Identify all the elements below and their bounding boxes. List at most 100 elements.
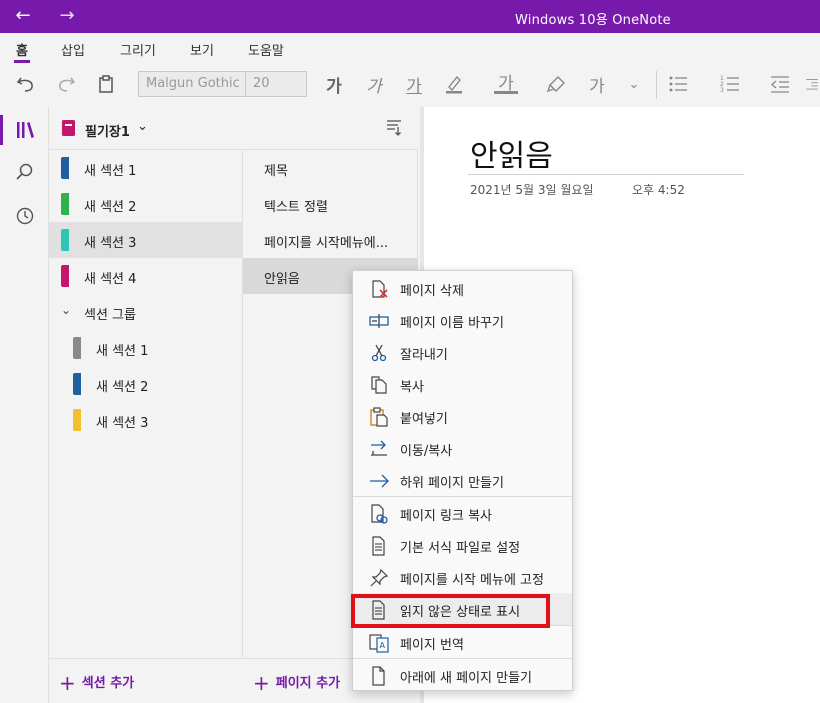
section-item[interactable]: 새 섹션 1 — [49, 150, 243, 186]
notebook-header[interactable]: 필기장1 ⌄ — [49, 107, 418, 150]
numbered-list-icon[interactable]: 123 — [718, 72, 742, 96]
menu-item-copy[interactable]: 복사 — [353, 368, 572, 400]
section-item[interactable]: 새 섹션 3 — [49, 402, 243, 438]
menu-item-translate-page[interactable]: A 페이지 번역 — [353, 626, 572, 658]
section-label: 새 섹션 1 — [84, 164, 137, 179]
menu-item-label: 잘라내기 — [400, 348, 448, 363]
title-bar: ← → Windows 10용 OneNote — [0, 0, 820, 33]
add-section-label: 섹션 추가 — [81, 676, 135, 691]
section-group[interactable]: ⌄ 섹션 그룹 — [49, 294, 243, 330]
back-arrow-icon[interactable]: ← — [8, 5, 38, 27]
section-label: 새 섹션 2 — [84, 200, 137, 215]
tab-draw[interactable]: 그리기 — [120, 40, 156, 59]
menu-item-label: 페이지 삭제 — [400, 284, 464, 299]
menu-item-label: 하위 페이지 만들기 — [400, 476, 504, 491]
forward-arrow-icon[interactable]: → — [52, 5, 82, 27]
bullet-list-icon[interactable] — [666, 72, 690, 96]
chevron-down-icon[interactable]: ⌄ — [622, 72, 646, 96]
menu-item-delete-page[interactable]: 페이지 삭제 — [353, 272, 572, 304]
italic-button[interactable]: 가 — [362, 72, 386, 97]
notebooks-icon[interactable] — [12, 117, 38, 143]
tab-insert[interactable]: 삽입 — [61, 40, 85, 59]
toolbar-divider — [656, 71, 657, 99]
page-item[interactable]: 페이지를 시작메뉴에... — [243, 222, 418, 258]
section-label: 새 섹션 3 — [96, 416, 149, 431]
search-icon[interactable] — [12, 159, 38, 185]
section-color-tab — [73, 409, 81, 431]
translate-icon: A — [369, 633, 389, 653]
page-date: 2021년 5월 3일 월요일 — [470, 183, 594, 197]
format-painter-icon[interactable] — [545, 72, 569, 96]
clipboard-icon[interactable] — [94, 72, 118, 96]
font-name-input[interactable]: Malgun Gothic — [138, 71, 246, 97]
section-item[interactable]: 새 섹션 4 — [49, 258, 243, 294]
section-color-tab — [73, 373, 81, 395]
menu-item-label: 복사 — [400, 380, 424, 395]
menu-item-move-copy[interactable]: 이동/복사 — [353, 432, 572, 464]
add-page-button[interactable]: + 페이지 추가 — [253, 671, 340, 695]
tab-home[interactable]: 홈 — [14, 40, 30, 63]
recent-clock-icon[interactable] — [12, 203, 38, 229]
bold-button[interactable]: 가 — [322, 72, 346, 97]
copy-icon — [369, 375, 389, 395]
menu-item-mark-unread[interactable]: 읽지 않은 상태로 표시 — [353, 593, 572, 625]
section-item[interactable]: 새 섹션 2 — [49, 186, 243, 222]
menu-item-label: 페이지 이름 바꾸기 — [400, 316, 504, 331]
toolbar: Malgun Gothic 20 가 가 가 가 가 ⌄ 123 — [0, 63, 820, 107]
page-label: 제목 — [264, 164, 288, 179]
notebook-name: 필기장1 — [85, 125, 130, 140]
page-item[interactable]: 텍스트 정렬 — [243, 186, 418, 222]
tab-help[interactable]: 도움말 — [248, 40, 284, 59]
section-item[interactable]: 새 섹션 3 — [49, 222, 243, 258]
menu-item-new-page-below[interactable]: 아래에 새 페이지 만들기 — [353, 659, 572, 691]
menu-item-copy-link[interactable]: 페이지 링크 복사 — [353, 497, 572, 529]
font-color-button[interactable]: 가 — [494, 72, 518, 94]
add-section-button[interactable]: + 섹션 추가 — [59, 671, 134, 695]
menu-item-make-subpage[interactable]: 하위 페이지 만들기 — [353, 464, 572, 496]
font-size-input[interactable]: 20 — [245, 71, 307, 97]
outdent-icon[interactable] — [768, 72, 792, 96]
section-label: 새 섹션 2 — [96, 380, 149, 395]
section-item[interactable]: 새 섹션 1 — [49, 330, 243, 366]
styles-button[interactable]: 가 — [585, 72, 609, 97]
paste-icon — [369, 407, 389, 427]
sections-list: 새 섹션 1 새 섹션 2 새 섹션 3 새 섹션 4 ⌄ 섹션 그룹 새 섹션… — [49, 150, 243, 658]
menu-item-label: 붙여넣기 — [400, 412, 448, 427]
pin-icon — [369, 568, 389, 588]
section-color-tab — [73, 337, 81, 359]
section-color-tab — [61, 193, 69, 215]
svg-text:A: A — [380, 641, 386, 650]
page-title[interactable]: 안읽음 — [470, 131, 553, 175]
scissors-icon — [369, 343, 389, 363]
page-item[interactable]: 제목 — [243, 150, 418, 186]
underline-button[interactable]: 가 — [402, 72, 426, 97]
page-time: 오후 4:52 — [632, 183, 685, 197]
undo-icon[interactable] — [14, 72, 38, 96]
menu-item-label: 페이지 링크 복사 — [400, 509, 492, 524]
delete-page-icon — [369, 279, 389, 299]
section-group-label: 섹션 그룹 — [84, 308, 136, 323]
navigation-rail — [0, 107, 49, 703]
menu-item-paste[interactable]: 붙여넣기 — [353, 400, 572, 432]
ribbon-tabs: 홈 삽입 그리기 보기 도움말 — [0, 33, 820, 63]
chevron-down-icon[interactable]: ⌄ — [61, 303, 71, 317]
chevron-down-icon[interactable]: ⌄ — [137, 119, 148, 134]
menu-item-rename-page[interactable]: 페이지 이름 바꾸기 — [353, 304, 572, 336]
tab-view[interactable]: 보기 — [190, 40, 214, 59]
indent-icon[interactable] — [805, 72, 819, 96]
section-label: 새 섹션 1 — [96, 344, 149, 359]
menu-item-set-template[interactable]: 기본 서식 파일로 설정 — [353, 529, 572, 561]
page-label: 텍스트 정렬 — [264, 200, 328, 215]
redo-icon[interactable] — [54, 72, 78, 96]
section-item[interactable]: 새 섹션 2 — [49, 366, 243, 402]
app-title: Windows 10용 OneNote — [515, 13, 671, 28]
unread-page-icon — [369, 600, 389, 620]
context-menu: 페이지 삭제 페이지 이름 바꾸기 잘라내기 복사 붙여넣기 이동/복사 하위 … — [352, 270, 573, 691]
plus-icon: + — [59, 671, 76, 695]
plus-icon: + — [253, 671, 270, 695]
highlighter-icon[interactable] — [442, 72, 466, 96]
sort-icon[interactable] — [385, 118, 403, 140]
menu-item-cut[interactable]: 잘라내기 — [353, 336, 572, 368]
menu-item-pin-start[interactable]: 페이지를 시작 메뉴에 고정 — [353, 561, 572, 593]
section-label: 새 섹션 4 — [84, 272, 137, 287]
